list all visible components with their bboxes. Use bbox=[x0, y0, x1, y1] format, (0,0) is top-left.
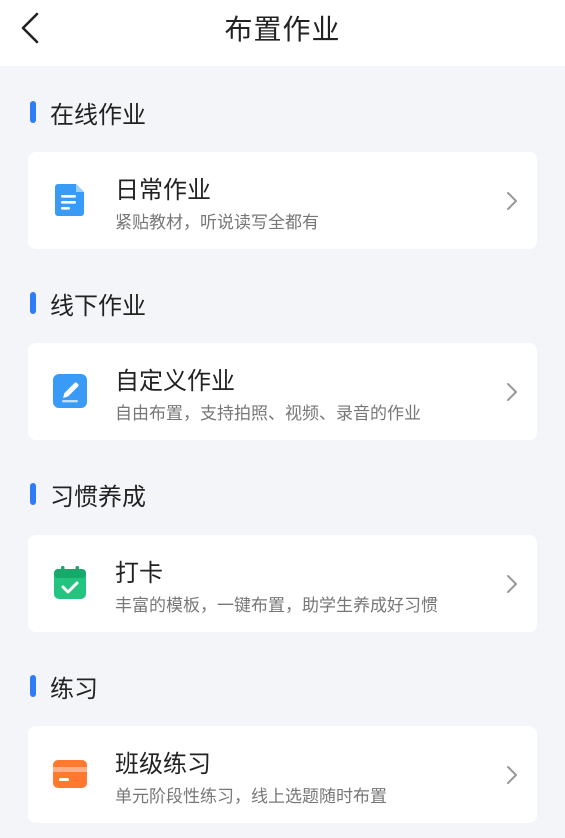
card-description: 自由布置，支持拍照、视频、录音的作业 bbox=[115, 404, 421, 424]
section-marker bbox=[30, 483, 36, 505]
section-title-practice: 练习 bbox=[30, 671, 98, 703]
card-icon bbox=[53, 760, 87, 788]
chevron-right-icon bbox=[507, 575, 517, 593]
pencil-icon bbox=[53, 374, 87, 408]
section-label: 在线作业 bbox=[50, 100, 146, 129]
section-label: 线下作业 bbox=[50, 291, 146, 320]
section-marker bbox=[30, 292, 36, 314]
section-marker bbox=[30, 675, 36, 697]
calendar-check-icon bbox=[54, 566, 86, 599]
card-description: 单元阶段性练习，线上选题随时布置 bbox=[115, 787, 387, 807]
section-title-online: 在线作业 bbox=[30, 97, 146, 129]
card-description: 紧贴教材，听说读写全都有 bbox=[115, 213, 319, 233]
section-title-offline: 线下作业 bbox=[30, 288, 146, 320]
section-marker bbox=[30, 101, 36, 123]
chevron-right-icon bbox=[507, 766, 517, 784]
card-checkin[interactable]: 打卡 丰富的模板，一键布置，助学生养成好习惯 bbox=[28, 535, 537, 632]
card-description: 丰富的模板，一键布置，助学生养成好习惯 bbox=[115, 596, 438, 616]
section-title-habits: 习惯养成 bbox=[30, 479, 146, 511]
card-custom-homework[interactable]: 自定义作业 自由布置，支持拍照、视频、录音的作业 bbox=[28, 343, 537, 440]
chevron-right-icon bbox=[507, 383, 517, 401]
chevron-right-icon bbox=[507, 192, 517, 210]
page-title: 布置作业 bbox=[224, 13, 341, 46]
card-daily-homework[interactable]: 日常作业 紧贴教材，听说读写全都有 bbox=[28, 152, 537, 249]
header: 布置作业 bbox=[0, 0, 565, 66]
card-title: 日常作业 bbox=[115, 176, 211, 204]
section-label: 练习 bbox=[50, 674, 98, 703]
document-icon bbox=[55, 184, 84, 216]
card-title: 自定义作业 bbox=[115, 367, 235, 395]
card-class-practice[interactable]: 班级练习 单元阶段性练习，线上选题随时布置 bbox=[28, 726, 537, 823]
section-label: 习惯养成 bbox=[50, 482, 146, 511]
card-title: 班级练习 bbox=[115, 750, 211, 778]
card-title: 打卡 bbox=[115, 559, 163, 587]
